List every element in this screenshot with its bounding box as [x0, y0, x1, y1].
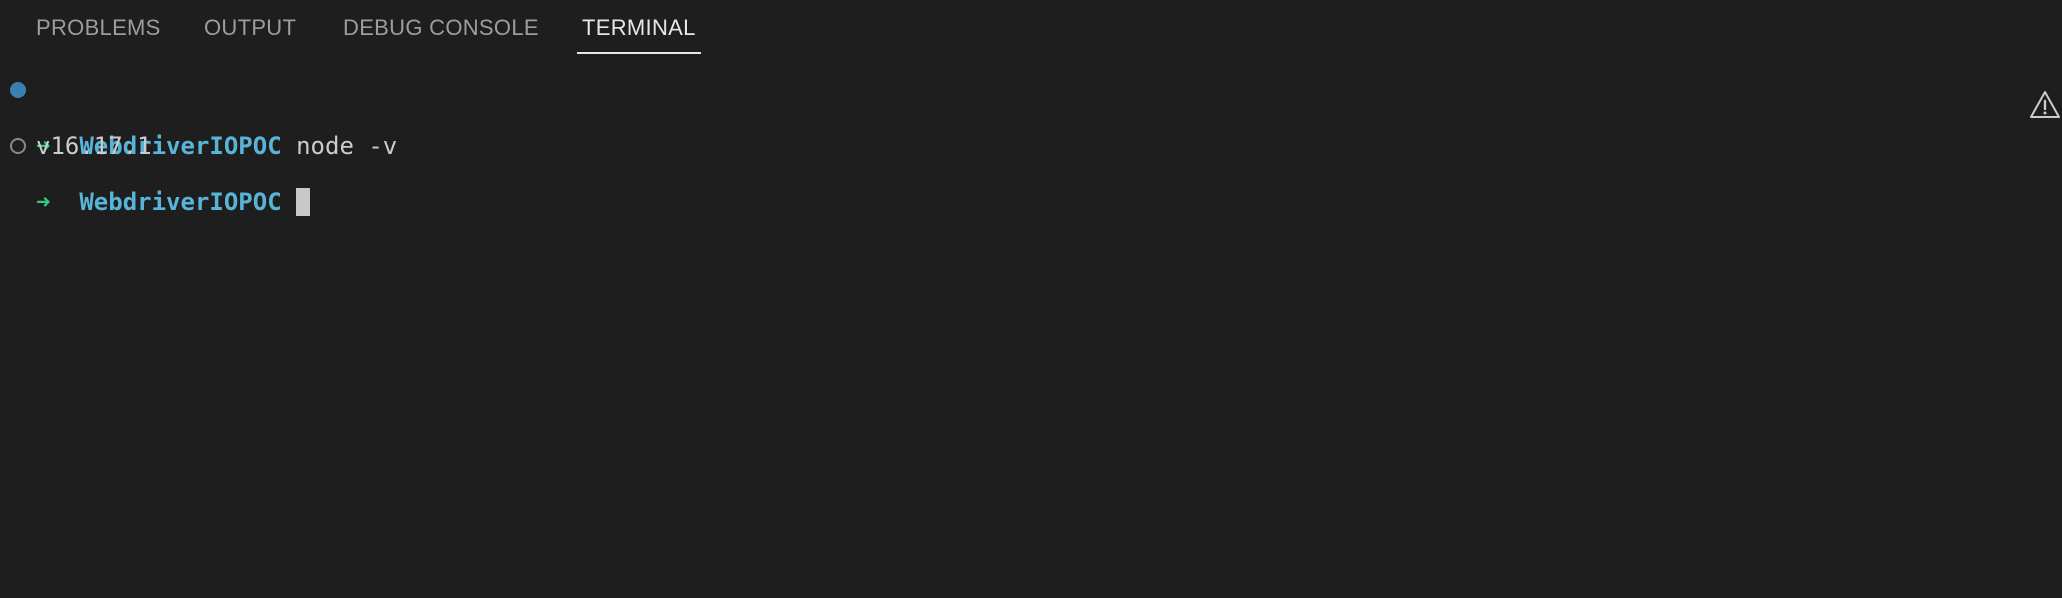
- terminal-panel: PROBLEMS OUTPUT DEBUG CONSOLE TERMINAL ➜…: [0, 0, 2062, 598]
- warning-icon[interactable]: [2028, 88, 2062, 122]
- prompt: ➜ WebdriverIOPOC: [36, 188, 311, 216]
- tab-output[interactable]: OUTPUT: [204, 0, 296, 56]
- terminal-line: ➜ WebdriverIOPOC node -v: [0, 76, 397, 160]
- command-success-icon[interactable]: [10, 82, 26, 98]
- tab-problems[interactable]: PROBLEMS: [36, 0, 161, 56]
- terminal-cursor: [296, 188, 311, 216]
- terminal-line: v16.17.1: [0, 104, 152, 160]
- tab-terminal[interactable]: TERMINAL: [577, 0, 701, 56]
- prompt-cwd: WebdriverIOPOC: [79, 188, 282, 216]
- panel-tab-bar: PROBLEMS OUTPUT DEBUG CONSOLE TERMINAL: [0, 0, 2062, 56]
- prompt-arrow: ➜: [36, 188, 51, 216]
- prompt-command: node -v: [296, 132, 398, 160]
- tab-debug-console[interactable]: DEBUG CONSOLE: [343, 0, 539, 56]
- terminal-output[interactable]: ➜ WebdriverIOPOC node -v v16.17.1 ➜ Webd…: [0, 72, 2062, 592]
- terminal-line: ➜ WebdriverIOPOC: [0, 132, 311, 216]
- command-default-icon[interactable]: [10, 138, 26, 154]
